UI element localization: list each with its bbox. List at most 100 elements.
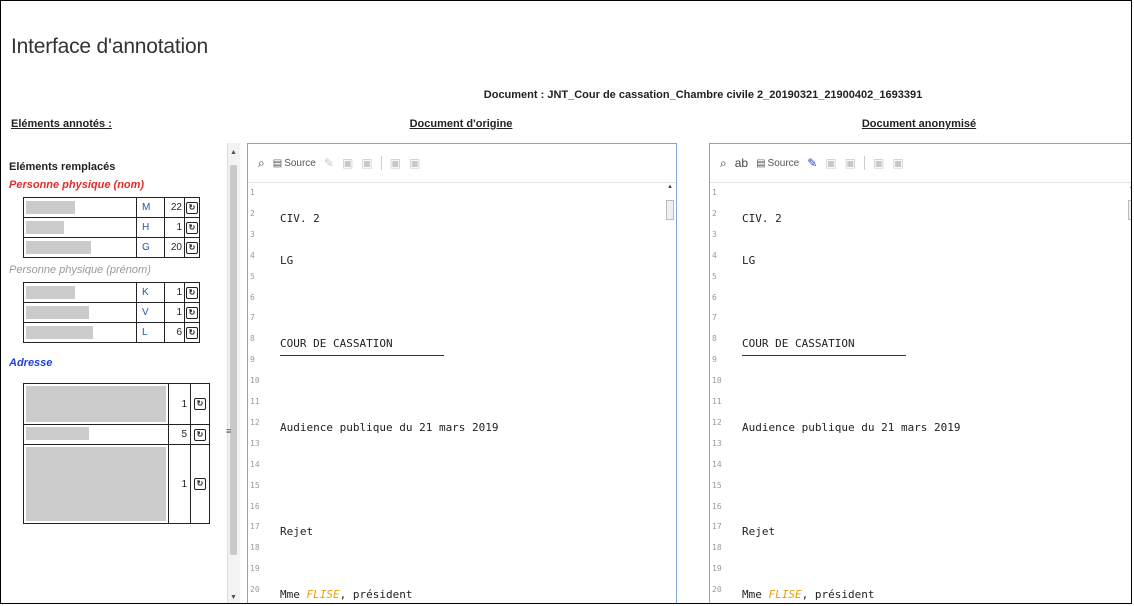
code-text: Rejet: [742, 525, 776, 539]
toolbar-separator: [380, 156, 382, 170]
occurrence-count: 1: [164, 302, 185, 323]
line-number: 12: [712, 417, 722, 427]
line-number: 18: [712, 543, 722, 553]
redacted-value: [26, 427, 89, 440]
line-number: 1: [250, 188, 255, 197]
replacement-code: M: [136, 197, 165, 218]
occurrence-count: 1: [164, 217, 185, 238]
replace-icon[interactable]: ↻: [186, 241, 198, 254]
anonymized-scrollbar[interactable]: ▲: [1128, 184, 1131, 603]
highlighted-entity[interactable]: FLISE: [769, 588, 802, 601]
replace-icon[interactable]: ↻: [194, 478, 206, 490]
replace-icon[interactable]: ↻: [194, 428, 206, 441]
line-number: 7: [712, 313, 717, 323]
original-toolbar: ⌕ ▤ Source ✎ ▣ ▣ ▣ ▣: [248, 144, 676, 183]
code-text: COUR DE CASSATION: [742, 337, 855, 351]
table-row: M 22 ↻: [23, 197, 200, 218]
line-number: 19: [250, 564, 260, 574]
replacement-code: G: [136, 237, 165, 258]
replace-icon[interactable]: ↻: [186, 286, 198, 299]
original-editor: ⌕ ▤ Source ✎ ▣ ▣ ▣ ▣ 1 2 CIV. 2 3 4 LG 5 6 7 8 COUR…: [247, 143, 677, 603]
original-scrollbar[interactable]: ▲: [666, 184, 674, 603]
replacement-code: V: [136, 302, 165, 323]
occurrence-count: 1: [168, 444, 191, 524]
pencil-icon[interactable]: ✎: [324, 156, 334, 170]
source-icon: ▤: [756, 157, 766, 169]
line-number: 6: [712, 292, 717, 302]
highlighted-entity[interactable]: FLISE: [307, 588, 340, 601]
redo-icon[interactable]: ▣: [361, 156, 372, 170]
table-row: K 1 ↻: [23, 282, 200, 303]
code-text: Rejet: [280, 525, 314, 539]
splitter-grip-icon[interactable]: ≡: [226, 426, 231, 436]
code-text: , président: [339, 588, 413, 602]
occurrence-count: 6: [164, 322, 185, 343]
replace-icon[interactable]: ↻: [186, 201, 198, 214]
redacted-value: [26, 306, 89, 319]
table-row: L 6 ↻: [23, 322, 200, 343]
paste-icon[interactable]: ▣: [873, 156, 884, 170]
code-text: Audience publique du 21 mars 2019: [742, 420, 961, 434]
scrollbar-thumb[interactable]: [666, 200, 674, 220]
line-number: 3: [712, 229, 717, 239]
scroll-down-icon[interactable]: ▼: [230, 594, 237, 601]
undo-icon[interactable]: ▣: [825, 156, 836, 170]
scroll-up-icon[interactable]: ▲: [667, 184, 673, 190]
replace-icon[interactable]: ↻: [186, 326, 198, 339]
replace-icon[interactable]: ↻: [186, 221, 198, 234]
anonymized-document-heading: Document anonymisé: [861, 118, 977, 130]
line-number: 17: [712, 522, 722, 532]
line-number: 16: [712, 501, 722, 511]
line-number: 13: [712, 438, 722, 448]
scrollbar-thumb[interactable]: [1128, 200, 1131, 220]
line-number: 18: [250, 543, 260, 553]
code-line: LG: [742, 254, 755, 267]
copy-icon[interactable]: ▣: [892, 156, 903, 170]
scroll-up-icon[interactable]: ▲: [1129, 184, 1131, 190]
original-text-area[interactable]: 1 2 CIV. 2 3 4 LG 5 6 7 8 COUR DE CASSATION 9 10 11 12…: [248, 182, 676, 603]
replace-text-icon[interactable]: ab: [735, 156, 748, 170]
source-button[interactable]: ▤ Source: [756, 158, 799, 169]
table-row: H 1 ↻: [23, 217, 200, 238]
line-number: 5: [712, 271, 717, 281]
code-line: Rejet: [742, 525, 775, 538]
pencil-icon[interactable]: ✎: [807, 156, 817, 170]
occurrence-count: 20: [164, 237, 185, 258]
code-text: Mme: [742, 588, 769, 602]
panel-scrollbar[interactable]: ▲ ≡ ▼: [226, 143, 240, 603]
binoculars-icon[interactable]: ⌕: [720, 156, 727, 171]
scrollbar-thumb[interactable]: [230, 165, 237, 555]
line-number: 17: [250, 522, 260, 532]
category-nom-label: Personne physique (nom): [9, 179, 145, 191]
line-number: 12: [250, 417, 260, 427]
table-row: 1 ↻: [23, 444, 210, 524]
replace-icon[interactable]: ↻: [194, 398, 206, 410]
line-number: 6: [250, 292, 255, 302]
original-document-heading: Document d'origine: [409, 118, 513, 130]
line-number: 20: [250, 585, 260, 595]
replace-icon[interactable]: ↻: [186, 306, 198, 319]
paste-icon[interactable]: ▣: [390, 156, 401, 170]
line-number: 11: [712, 397, 722, 406]
line-number: 15: [250, 480, 260, 490]
code-text: CIV. 2: [280, 211, 320, 225]
category-adresse-table: 1 ↻ 5 ↻ 1 ↻: [23, 383, 210, 524]
replacement-code: L: [136, 322, 165, 343]
scroll-up-icon[interactable]: ▲: [230, 149, 237, 156]
code-line: Audience publique du 21 mars 2019: [280, 421, 499, 434]
binoculars-icon[interactable]: ⌕: [258, 156, 265, 171]
line-number: 4: [250, 250, 255, 260]
line-number: 10: [712, 376, 722, 386]
code-text: COUR DE CASSATION: [280, 337, 393, 351]
line-number: 14: [250, 459, 260, 469]
line-number: 8: [712, 334, 717, 344]
occurrence-count: 1: [164, 282, 185, 303]
redacted-value: [26, 221, 64, 234]
anonymized-text-area[interactable]: 1 2 CIV. 2 3 4 LG 5 6 7 8 COUR DE CASSATION 9 10 11 12…: [710, 182, 1131, 603]
redo-icon[interactable]: ▣: [845, 156, 856, 170]
source-button[interactable]: ▤ Source: [273, 158, 316, 169]
copy-icon[interactable]: ▣: [409, 156, 420, 170]
annotations-panel: Eléments remplacés Personne physique (no…: [7, 161, 225, 603]
code-text: CIV. 2: [742, 211, 782, 225]
undo-icon[interactable]: ▣: [342, 156, 353, 170]
